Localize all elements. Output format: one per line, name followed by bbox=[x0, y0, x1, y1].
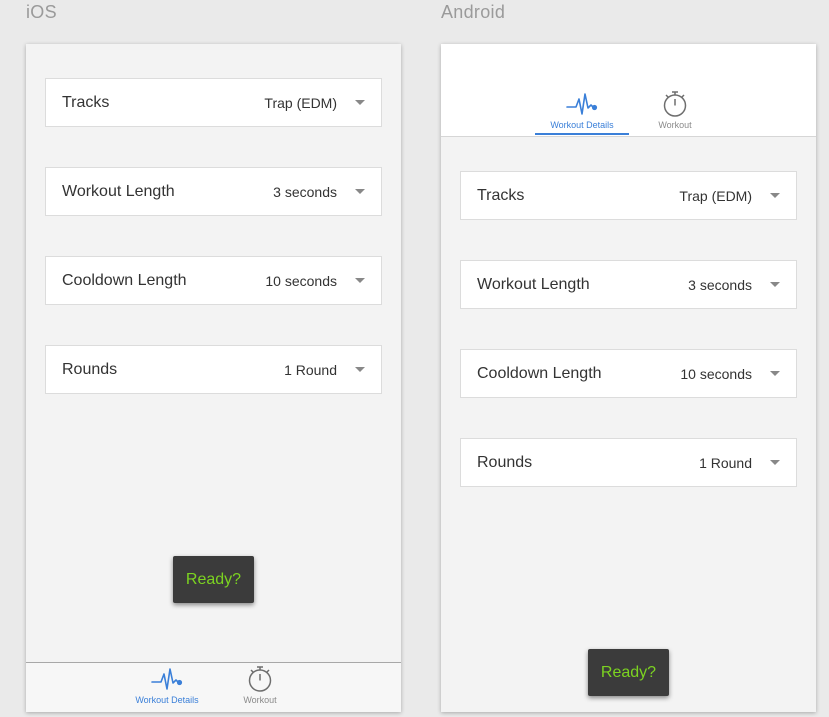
workout-length-label: Workout Length bbox=[62, 182, 175, 200]
tab-workout[interactable]: Workout bbox=[648, 90, 702, 130]
cooldown-length-value: 10 seconds bbox=[265, 272, 337, 289]
workout-length-value: 3 seconds bbox=[688, 276, 752, 293]
tab-label-workout-details: Workout Details bbox=[550, 120, 614, 130]
rounds-label: Rounds bbox=[62, 360, 118, 378]
rounds-dropdown[interactable]: Rounds 1 Round bbox=[45, 345, 382, 394]
stopwatch-icon bbox=[663, 91, 687, 117]
workout-length-dropdown[interactable]: Workout Length 3 seconds bbox=[460, 260, 797, 309]
tab-label-workout: Workout bbox=[658, 120, 692, 130]
rounds-dropdown[interactable]: Rounds 1 Round bbox=[460, 438, 797, 487]
heartbeat-icon bbox=[566, 93, 598, 115]
tracks-label: Tracks bbox=[62, 93, 110, 111]
cooldown-length-label: Cooldown Length bbox=[62, 271, 187, 289]
rounds-value: 1 Round bbox=[699, 454, 752, 471]
android-tab-bar: Workout Details Workout bbox=[441, 44, 816, 137]
tracks-value: Trap (EDM) bbox=[264, 94, 337, 111]
android-phone-screen: Workout Details Workout Tracks Trap (EDM… bbox=[441, 44, 816, 712]
ready-button[interactable]: Ready? bbox=[173, 556, 254, 603]
ios-platform-label: iOS bbox=[26, 2, 57, 22]
caret-down-icon bbox=[355, 189, 365, 194]
cooldown-length-dropdown[interactable]: Cooldown Length 10 seconds bbox=[45, 256, 382, 305]
caret-down-icon bbox=[770, 193, 780, 198]
caret-down-icon bbox=[355, 100, 365, 105]
ios-tab-bar: Workout Details Workout bbox=[26, 662, 401, 712]
heartbeat-icon bbox=[151, 668, 183, 690]
workout-length-label: Workout Length bbox=[477, 275, 590, 293]
caret-down-icon bbox=[355, 278, 365, 283]
android-platform-label: Android bbox=[441, 2, 506, 22]
tab-workout-details[interactable]: Workout Details bbox=[543, 90, 621, 130]
workout-length-dropdown[interactable]: Workout Length 3 seconds bbox=[45, 167, 382, 216]
workout-length-value: 3 seconds bbox=[273, 183, 337, 200]
rounds-label: Rounds bbox=[477, 453, 533, 471]
tracks-dropdown[interactable]: Tracks Trap (EDM) bbox=[45, 78, 382, 127]
caret-down-icon bbox=[770, 282, 780, 287]
tracks-value: Trap (EDM) bbox=[679, 187, 752, 204]
stopwatch-icon bbox=[248, 666, 272, 692]
ready-button[interactable]: Ready? bbox=[588, 649, 669, 696]
cooldown-length-dropdown[interactable]: Cooldown Length 10 seconds bbox=[460, 349, 797, 398]
tracks-label: Tracks bbox=[477, 186, 525, 204]
tab-label-workout-details: Workout Details bbox=[135, 695, 199, 705]
rounds-value: 1 Round bbox=[284, 361, 337, 378]
cooldown-length-value: 10 seconds bbox=[680, 365, 752, 382]
tab-workout[interactable]: Workout bbox=[233, 665, 287, 705]
caret-down-icon bbox=[770, 460, 780, 465]
cooldown-length-label: Cooldown Length bbox=[477, 364, 602, 382]
caret-down-icon bbox=[770, 371, 780, 376]
tab-label-workout: Workout bbox=[243, 695, 277, 705]
tab-workout-details[interactable]: Workout Details bbox=[130, 665, 204, 705]
active-tab-indicator bbox=[535, 133, 629, 135]
caret-down-icon bbox=[355, 367, 365, 372]
tracks-dropdown[interactable]: Tracks Trap (EDM) bbox=[460, 171, 797, 220]
ios-phone-screen: Tracks Trap (EDM) Workout Length 3 secon… bbox=[26, 44, 401, 712]
